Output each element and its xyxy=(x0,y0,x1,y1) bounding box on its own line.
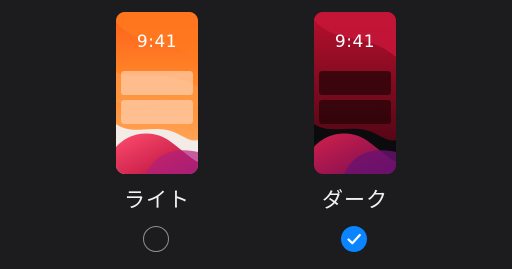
dark-preview-notification xyxy=(319,100,391,124)
light-radio-button[interactable] xyxy=(143,226,169,252)
light-preview-notification xyxy=(121,100,193,124)
dark-preview-notification xyxy=(319,71,391,95)
dark-preview-thumbnail[interactable]: 9:41 xyxy=(314,12,396,174)
dark-option-label[interactable]: ダーク xyxy=(285,184,425,214)
checkmark-icon xyxy=(347,233,361,245)
light-option-label[interactable]: ライト xyxy=(87,184,227,214)
light-preview-thumbnail[interactable]: 9:41 xyxy=(116,12,198,174)
light-preview-clock: 9:41 xyxy=(136,32,178,52)
light-preview-notification xyxy=(121,71,193,95)
appearance-option-light[interactable]: 9:41 ライト xyxy=(87,0,227,269)
appearance-option-dark[interactable]: 9:41 ダーク xyxy=(285,0,425,269)
dark-preview-clock: 9:41 xyxy=(334,32,376,52)
dark-radio-button[interactable] xyxy=(341,226,367,252)
appearance-picker: 9:41 ライト 9:41 ダーク xyxy=(0,0,512,269)
